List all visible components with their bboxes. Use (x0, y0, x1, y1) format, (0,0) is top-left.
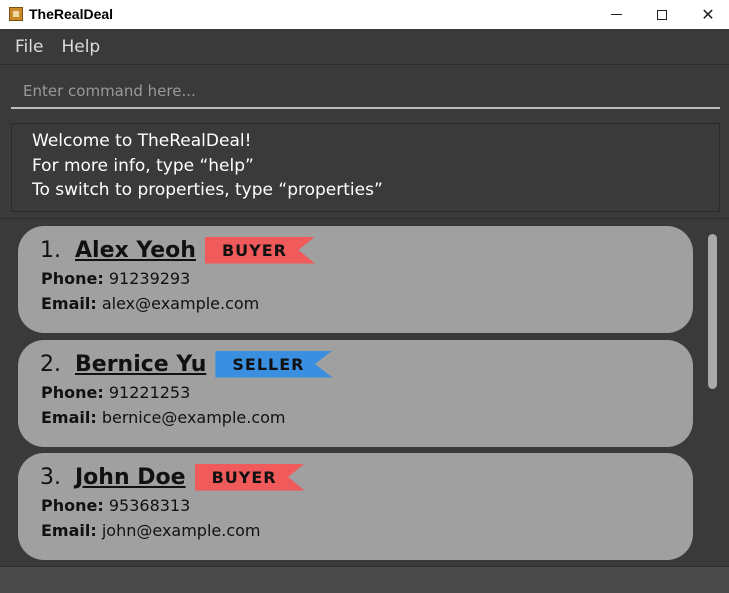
person-email: Email: bernice@example.com (41, 408, 286, 427)
person-list-panel: 1. Alex Yeoh BUYER Phone: 91239293 Email… (0, 218, 729, 566)
email-value: bernice@example.com (101, 408, 286, 427)
person-card[interactable]: 2. Bernice Yu SELLER Phone: 91221253 Ema… (18, 340, 693, 447)
email-label: Email: (41, 408, 97, 427)
phone-value: 95368313 (108, 496, 191, 515)
person-card-header: 3. John Doe BUYER (40, 462, 305, 492)
phone-label: Phone: (41, 496, 104, 515)
window-title: TheRealDeal (29, 6, 114, 22)
close-button[interactable]: ✕ (685, 0, 729, 29)
person-name: Bernice Yu (75, 351, 207, 377)
phone-label: Phone: (41, 269, 104, 288)
close-icon: ✕ (701, 5, 715, 24)
person-index: 2. (40, 351, 61, 377)
person-card-header: 2. Bernice Yu SELLER (40, 349, 333, 379)
menu-file[interactable]: File (15, 37, 43, 57)
person-name: John Doe (75, 464, 186, 490)
title-bar: TheRealDeal ✕ (0, 0, 729, 29)
person-phone: Phone: 95368313 (41, 496, 190, 515)
person-card[interactable]: 1. Alex Yeoh BUYER Phone: 91239293 Email… (18, 226, 693, 333)
email-value: alex@example.com (101, 294, 260, 313)
list-scrollbar[interactable] (708, 234, 717, 389)
person-phone: Phone: 91239293 (41, 269, 190, 288)
menu-bar: File Help (0, 29, 729, 65)
result-line: For more info, type “help” (32, 155, 254, 176)
command-box (0, 66, 729, 114)
maximize-icon (657, 9, 667, 20)
buyer-tag: BUYER (204, 236, 315, 264)
result-line: Welcome to TheRealDeal! (32, 131, 252, 151)
email-value: john@example.com (101, 521, 261, 540)
minimize-button[interactable] (593, 0, 639, 29)
phone-label: Phone: (41, 383, 104, 402)
result-line: To switch to properties, type “propertie… (32, 180, 383, 200)
phone-value: 91221253 (108, 383, 191, 402)
person-card-header: 1. Alex Yeoh BUYER (40, 235, 315, 265)
app-logo-icon (9, 7, 23, 21)
seller-tag: SELLER (215, 350, 333, 378)
person-email: Email: alex@example.com (41, 294, 259, 313)
person-card[interactable]: 3. John Doe BUYER Phone: 95368313 Email:… (18, 453, 693, 560)
menu-help[interactable]: Help (61, 37, 100, 57)
buyer-tag: BUYER (194, 463, 305, 491)
person-index: 3. (40, 464, 61, 490)
phone-value: 91239293 (108, 269, 191, 288)
person-name: Alex Yeoh (75, 237, 196, 263)
result-display: Welcome to TheRealDeal! For more info, t… (11, 123, 720, 212)
status-bar (0, 566, 729, 593)
command-input[interactable] (11, 75, 720, 109)
person-index: 1. (40, 237, 61, 263)
maximize-button[interactable] (639, 0, 685, 29)
person-email: Email: john@example.com (41, 521, 261, 540)
email-label: Email: (41, 521, 97, 540)
person-phone: Phone: 91221253 (41, 383, 190, 402)
email-label: Email: (41, 294, 97, 313)
minimize-icon (610, 14, 622, 15)
